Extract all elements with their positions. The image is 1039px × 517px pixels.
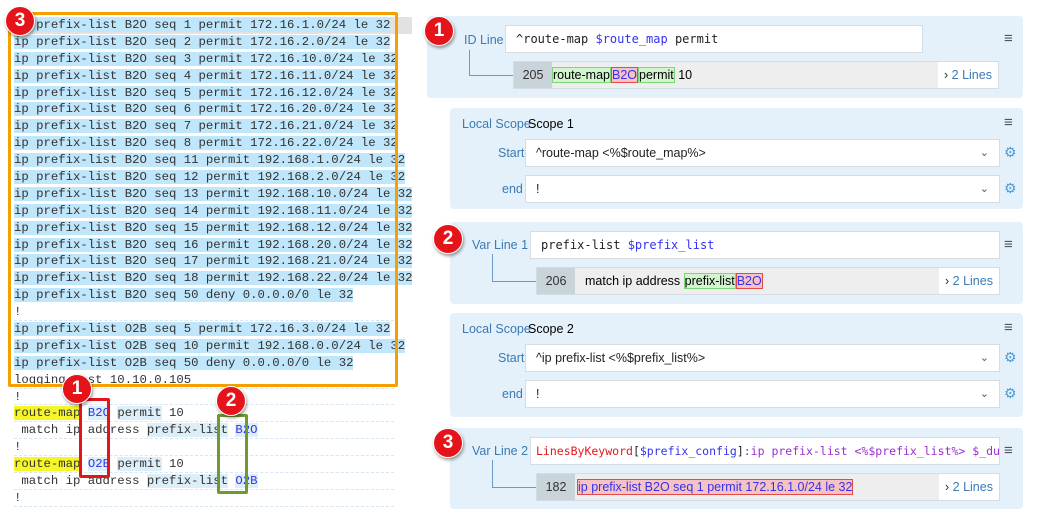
- match-segment: permit: [638, 67, 675, 83]
- gear-icon[interactable]: ⚙: [1004, 144, 1017, 161]
- menu-icon[interactable]: ≡: [1004, 442, 1013, 459]
- badge-1: 1: [62, 374, 92, 404]
- more-lines-button[interactable]: › 2 Lines: [939, 268, 999, 294]
- var-line-1-result[interactable]: 206 match ip address prefix-list B2O › 2 …: [536, 267, 1000, 295]
- code-line: route-map O2B permit 10: [14, 456, 394, 474]
- var-line-label: Var Line 1: [472, 238, 529, 252]
- code-line: match ip address prefix-list B2O: [14, 422, 394, 440]
- end-label: end: [502, 182, 523, 196]
- badge-3: 3: [433, 428, 463, 458]
- code-segment: permit: [117, 406, 162, 421]
- annotation-box-prefix-lists: [8, 12, 398, 387]
- pattern-variable: $route_map: [595, 32, 668, 46]
- pattern-text: ^route-map: [516, 32, 596, 46]
- connector-line: [469, 50, 514, 76]
- code-segment: !: [14, 389, 22, 404]
- badge-3: 3: [5, 6, 35, 36]
- end-select[interactable]: ! ⌄: [525, 380, 1000, 408]
- match-segment: prefix-list: [683, 273, 736, 289]
- id-line-label: ID Line: [464, 33, 504, 47]
- line-number: 205: [514, 62, 552, 88]
- code-segment: prefix-list: [146, 423, 229, 438]
- var-line-2-pattern-input[interactable]: LinesByKeyword[$prefix_config]:ip prefix…: [530, 437, 1000, 465]
- var-line-label: Var Line 2: [472, 444, 529, 458]
- menu-icon[interactable]: ≡: [1004, 319, 1013, 336]
- start-select[interactable]: ^ip prefix-list <%$prefix_list%> ⌄: [525, 344, 1000, 372]
- code-segment: 10: [161, 457, 184, 472]
- code-line: match ip address prefix-list O2B: [14, 473, 394, 490]
- line-number: 182: [537, 474, 575, 500]
- start-label: Start: [498, 146, 525, 160]
- end-select[interactable]: ! ⌄: [525, 175, 1000, 203]
- code-line: !: [14, 490, 394, 507]
- code-segment: permit: [117, 457, 162, 472]
- code-segment: prefix-list: [146, 474, 229, 489]
- connector-line: [492, 254, 537, 282]
- local-scope-2-panel: Local Scope Scope 2 ≡ Start ^ip prefix-l…: [450, 313, 1023, 417]
- var-line-1-panel: Var Line 1 prefix-list $prefix_list ≡ 20…: [450, 222, 1023, 304]
- local-scope-label: Local Scope: [462, 117, 531, 131]
- more-lines-button[interactable]: › 2 Lines: [938, 62, 998, 88]
- variable-match: B2O: [735, 273, 763, 289]
- variable-match: B2O: [610, 67, 638, 83]
- local-scope-label: Local Scope: [462, 322, 531, 336]
- code-line: !: [14, 439, 394, 457]
- badge-2: 2: [433, 224, 463, 254]
- menu-icon[interactable]: ≡: [1004, 114, 1013, 131]
- gear-icon[interactable]: ⚙: [1004, 385, 1017, 402]
- var-line-2-panel: Var Line 2 LinesByKeyword[$prefix_config…: [450, 428, 1023, 509]
- id-line-pattern-input[interactable]: ^route-map $route_map permit: [505, 25, 923, 53]
- badge-1: 1: [424, 16, 454, 46]
- start-select[interactable]: ^route-map <%$route_map%> ⌄: [525, 139, 1000, 167]
- id-line-panel: ID Line ^route-map $route_map permit ≡ 2…: [427, 16, 1023, 98]
- start-label: Start: [498, 351, 525, 365]
- connector-line: [492, 460, 537, 488]
- match-segment: route-map: [552, 67, 611, 83]
- annotation-box-route-map-names: [79, 398, 110, 478]
- var-line-2-result[interactable]: 182 ip prefix-list B2O seq 1 permit 172.…: [536, 473, 1000, 501]
- code-segment: !: [14, 440, 22, 455]
- gear-icon[interactable]: ⚙: [1004, 349, 1017, 366]
- pattern-text: permit: [667, 32, 719, 46]
- menu-icon[interactable]: ≡: [1004, 236, 1013, 253]
- code-segment: 10: [161, 406, 184, 421]
- menu-icon[interactable]: ≡: [1004, 30, 1013, 47]
- id-line-result[interactable]: 205 route-map B2O permit 10 › 2 Lines: [513, 61, 999, 89]
- more-lines-button[interactable]: › 2 Lines: [939, 474, 999, 500]
- code-segment: route-map: [14, 406, 81, 421]
- code-segment: route-map: [14, 457, 81, 472]
- unmatched-text: 10: [674, 68, 693, 82]
- annotation-box-prefix-list-names: [217, 414, 248, 494]
- line-number: 206: [537, 268, 575, 294]
- code-segment: !: [14, 490, 22, 505]
- local-scope-1-panel: Local Scope Scope 1 ≡ Start ^route-map <…: [450, 108, 1023, 209]
- code-line: route-map B2O permit 10: [14, 405, 394, 423]
- variable-match: ip prefix-list B2O seq 1 permit 172.16.1…: [577, 479, 854, 495]
- end-label: end: [502, 387, 523, 401]
- scope-name: Scope 1: [528, 117, 574, 131]
- gear-icon[interactable]: ⚙: [1004, 180, 1017, 197]
- scope-name: Scope 2: [528, 322, 574, 336]
- var-line-1-pattern-input[interactable]: prefix-list $prefix_list: [530, 231, 1000, 259]
- badge-2: 2: [216, 386, 246, 416]
